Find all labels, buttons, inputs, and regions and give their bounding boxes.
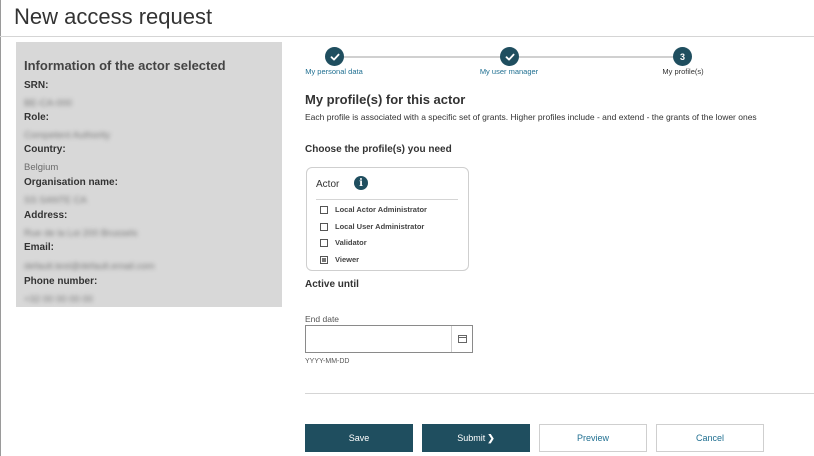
email-value: default.test@default.email.com xyxy=(24,261,155,272)
profile-option-validator[interactable]: Validator xyxy=(320,238,367,247)
organisation-name-label: Organisation name: xyxy=(24,177,118,188)
profile-option-local-user-administrator[interactable]: Local User Administrator xyxy=(320,222,424,231)
organisation-name-value: SS SANTE CA xyxy=(24,195,87,206)
checkbox[interactable] xyxy=(320,205,328,214)
page-title: New access request xyxy=(14,4,213,29)
actor-group-divider xyxy=(316,199,458,200)
profile-option-label: Viewer xyxy=(335,255,360,264)
checkbox-checked[interactable] xyxy=(320,255,328,264)
profile-option-label: Local User Administrator xyxy=(335,222,425,231)
step-3-label: My profile(s) xyxy=(662,67,704,76)
submit-label: Submit xyxy=(457,433,486,443)
srn-value: BE-CA-000 xyxy=(24,98,73,109)
country-label: Country: xyxy=(24,144,66,155)
step-1-check-icon xyxy=(325,47,344,66)
address-value: Rue de la Loi 200 Brussels xyxy=(24,228,138,239)
profile-option-label: Validator xyxy=(335,238,367,247)
phone-number-value: +32 00 00 00 00 xyxy=(24,294,93,305)
save-button[interactable]: Save xyxy=(305,424,413,452)
cancel-button[interactable]: Cancel xyxy=(656,424,764,452)
profile-option-label: Local Actor Administrator xyxy=(335,205,427,214)
country-value: Belgium xyxy=(24,162,59,173)
choose-profiles-heading: Choose the profile(s) you need xyxy=(305,144,452,155)
profile-option-local-actor-administrator[interactable]: Local Actor Administrator xyxy=(320,205,427,214)
srn-label: SRN: xyxy=(24,80,49,91)
actor-group-label: Actor xyxy=(316,179,340,190)
email-label: Email: xyxy=(24,242,55,253)
role-value: Competent Authority xyxy=(24,130,111,141)
checkbox[interactable] xyxy=(320,222,328,231)
submit-button[interactable]: Submit ❯ xyxy=(422,424,530,452)
profiles-description: Each profile is associated with a specif… xyxy=(305,112,757,122)
step-3-number: 3 xyxy=(673,47,692,66)
step-1-label[interactable]: My personal data xyxy=(300,67,368,76)
title-divider xyxy=(0,36,814,37)
active-until-heading: Active until xyxy=(305,279,359,290)
calendar-icon[interactable] xyxy=(458,335,467,343)
info-icon[interactable]: i xyxy=(354,176,368,190)
step-connector-1 xyxy=(343,56,507,58)
profile-option-viewer[interactable]: Viewer xyxy=(320,255,359,264)
profiles-section-title: My profile(s) for this actor xyxy=(305,92,466,107)
step-2-label[interactable]: My user manager xyxy=(475,67,543,76)
actor-info-panel: Information of the actor selected SRN: B… xyxy=(16,42,282,307)
end-date-input[interactable] xyxy=(305,325,473,353)
actions-divider xyxy=(305,393,814,394)
step-2-check-icon xyxy=(500,47,519,66)
step-connector-2 xyxy=(519,56,683,58)
window-border xyxy=(0,0,1,456)
date-format-hint: YYYY-MM-DD xyxy=(305,358,350,365)
actor-profile-group: Actor i Local Actor Administrator Local … xyxy=(306,167,469,271)
address-label: Address: xyxy=(24,210,68,221)
preview-button[interactable]: Preview xyxy=(539,424,647,452)
actor-info-heading: Information of the actor selected xyxy=(24,58,226,73)
role-label: Role: xyxy=(24,112,49,123)
date-input-divider xyxy=(451,326,452,352)
end-date-label: End date xyxy=(305,314,340,324)
chevron-right-icon: ❯ xyxy=(487,432,495,443)
checkbox[interactable] xyxy=(320,238,328,247)
phone-number-label: Phone number: xyxy=(24,276,98,287)
